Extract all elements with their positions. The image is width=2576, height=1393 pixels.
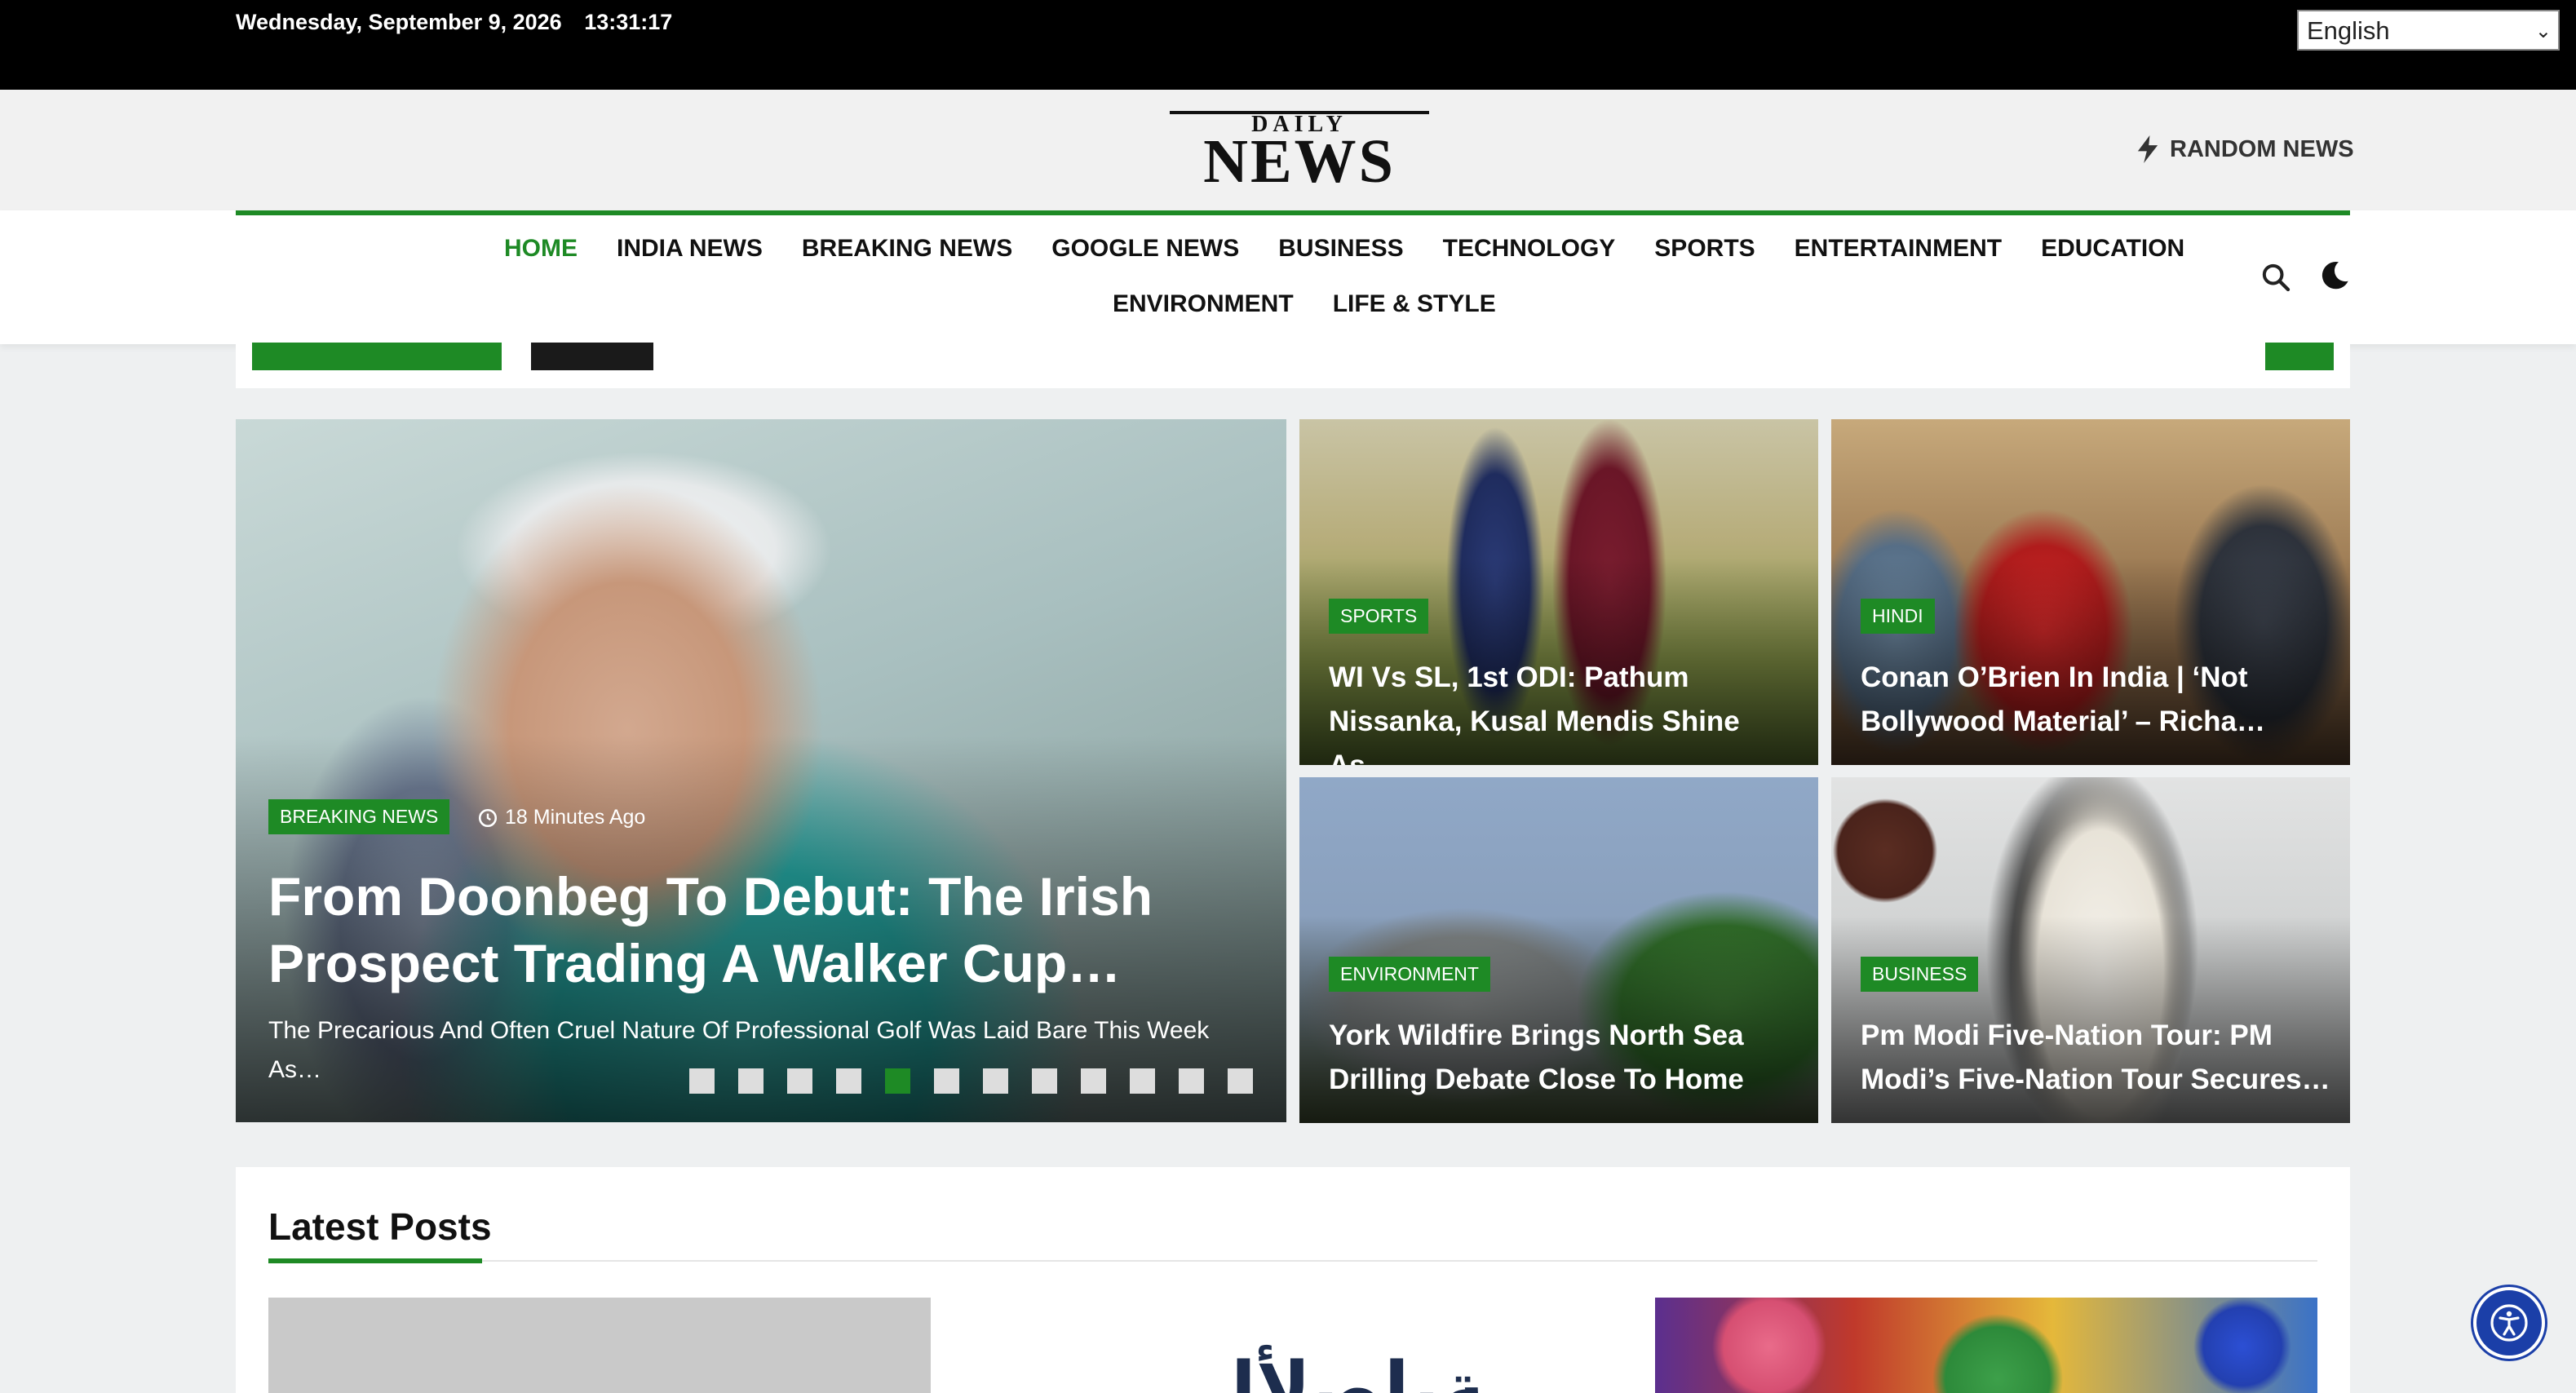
- ticker-thumbnail[interactable]: [531, 343, 653, 370]
- hero-category-badge[interactable]: BREAKING NEWS: [268, 799, 450, 834]
- card-title[interactable]: Conan O’Brien In India | ‘Not Bollywood …: [1861, 656, 2334, 744]
- language-selected: English: [2307, 16, 2390, 45]
- bolt-icon: [2137, 135, 2158, 163]
- latest-posts-section: Latest Posts ﺔﻴﻠﺻﻷﺍ: [236, 1167, 2350, 1393]
- post-card-hindi[interactable]: HINDI Conan O’Brien In India | ‘Not Boll…: [1831, 419, 2350, 765]
- ticker-control-button[interactable]: [2265, 343, 2334, 370]
- site-header: DAILY NEWS RANDOM NEWS: [0, 90, 2576, 212]
- card-category-badge[interactable]: BUSINESS: [1861, 957, 1979, 992]
- slider-dot[interactable]: [738, 1068, 764, 1094]
- news-ticker: [236, 343, 2350, 388]
- hero-time: 18 Minutes Ago: [477, 806, 645, 829]
- chevron-down-icon: ⌄: [2534, 20, 2552, 42]
- main-nav: HOME INDIA NEWS BREAKING NEWS GOOGLE NEW…: [0, 210, 2576, 344]
- logo-news: NEWS: [1203, 127, 1396, 196]
- date-time: Wednesday, September 9, 2026 13:31:17: [236, 10, 688, 35]
- latest-post-arabic-text[interactable]: ﺔﻴﻠﺻﻷﺍ: [1231, 1347, 1486, 1393]
- latest-post-thumbnail[interactable]: [268, 1298, 931, 1393]
- card-category-badge[interactable]: SPORTS: [1329, 599, 1429, 634]
- nav-row-2: ENVIRONMENT LIFE & STYLE: [1113, 290, 1496, 318]
- ticker-label: [252, 343, 502, 370]
- section-heading: Latest Posts: [268, 1205, 492, 1248]
- slider-dots: [689, 1068, 1253, 1094]
- random-news-label: RANDOM NEWS: [2170, 135, 2354, 162]
- heading-accent: [268, 1258, 482, 1263]
- site-logo[interactable]: DAILY NEWS: [1158, 111, 1441, 192]
- nav-item-life-style[interactable]: LIFE & STYLE: [1333, 290, 1496, 318]
- slider-dot[interactable]: [689, 1068, 715, 1094]
- post-card-business[interactable]: BUSINESS Pm Modi Five-Nation Tour: PM Mo…: [1831, 777, 2350, 1123]
- random-news-button[interactable]: RANDOM NEWS: [2136, 135, 2354, 163]
- accessibility-icon: [2490, 1304, 2528, 1342]
- nav-accent-line: [236, 210, 2350, 215]
- card-category-badge[interactable]: ENVIRONMENT: [1329, 957, 1490, 992]
- slider-dot[interactable]: [787, 1068, 812, 1094]
- slider-dot[interactable]: [1228, 1068, 1253, 1094]
- accessibility-button[interactable]: [2473, 1287, 2545, 1359]
- nav-item-google-news[interactable]: GOOGLE NEWS: [1051, 235, 1239, 263]
- slider-dot[interactable]: [1130, 1068, 1155, 1094]
- slider-dot[interactable]: [934, 1068, 959, 1094]
- slider-dot[interactable]: [1032, 1068, 1057, 1094]
- current-time: 13:31:17: [584, 10, 673, 34]
- slider-dot[interactable]: [885, 1068, 910, 1094]
- clock-icon: [478, 808, 498, 827]
- nav-item-india-news[interactable]: INDIA NEWS: [617, 235, 763, 263]
- nav-item-education[interactable]: EDUCATION: [2041, 235, 2184, 263]
- post-card-sports[interactable]: SPORTS WI Vs SL, 1st ODI: Pathum Nissank…: [1299, 419, 1818, 765]
- slider-dot[interactable]: [1179, 1068, 1204, 1094]
- nav-item-technology[interactable]: TECHNOLOGY: [1443, 235, 1616, 263]
- hero-title[interactable]: From Doonbeg To Debut: The Irish Prospec…: [268, 863, 1198, 997]
- card-title[interactable]: Pm Modi Five-Nation Tour: PM Modi’s Five…: [1861, 1014, 2334, 1102]
- search-icon[interactable]: [2260, 261, 2292, 294]
- slider-dot[interactable]: [836, 1068, 861, 1094]
- nav-item-breaking-news[interactable]: BREAKING NEWS: [802, 235, 1012, 263]
- hero-time-label: 18 Minutes Ago: [505, 806, 646, 829]
- post-card-environment[interactable]: ENVIRONMENT York Wildfire Brings North S…: [1299, 777, 1818, 1123]
- language-select[interactable]: English ⌄: [2297, 10, 2560, 51]
- nav-row-1: HOME INDIA NEWS BREAKING NEWS GOOGLE NEW…: [504, 235, 2184, 263]
- hero-slide[interactable]: BREAKING NEWS 18 Minutes Ago From Doonbe…: [236, 419, 1286, 1122]
- nav-item-environment[interactable]: ENVIRONMENT: [1113, 290, 1294, 318]
- current-date: Wednesday, September 9, 2026: [236, 10, 562, 34]
- nav-item-entertainment[interactable]: ENTERTAINMENT: [1795, 235, 2002, 263]
- slider-dot[interactable]: [983, 1068, 1008, 1094]
- top-bar: Wednesday, September 9, 2026 13:31:17 En…: [0, 0, 2576, 90]
- card-title[interactable]: York Wildfire Brings North Sea Drilling …: [1329, 1014, 1802, 1102]
- latest-post-thumbnail[interactable]: [1655, 1298, 2317, 1393]
- card-category-badge[interactable]: HINDI: [1861, 599, 1935, 634]
- nav-item-sports[interactable]: SPORTS: [1654, 235, 1755, 263]
- card-title[interactable]: WI Vs SL, 1st ODI: Pathum Nissanka, Kusa…: [1329, 656, 1802, 765]
- moon-icon[interactable]: [2318, 259, 2351, 292]
- nav-item-home[interactable]: HOME: [504, 235, 578, 263]
- heading-divider: [268, 1260, 2317, 1262]
- nav-item-business[interactable]: BUSINESS: [1278, 235, 1403, 263]
- slider-dot[interactable]: [1081, 1068, 1106, 1094]
